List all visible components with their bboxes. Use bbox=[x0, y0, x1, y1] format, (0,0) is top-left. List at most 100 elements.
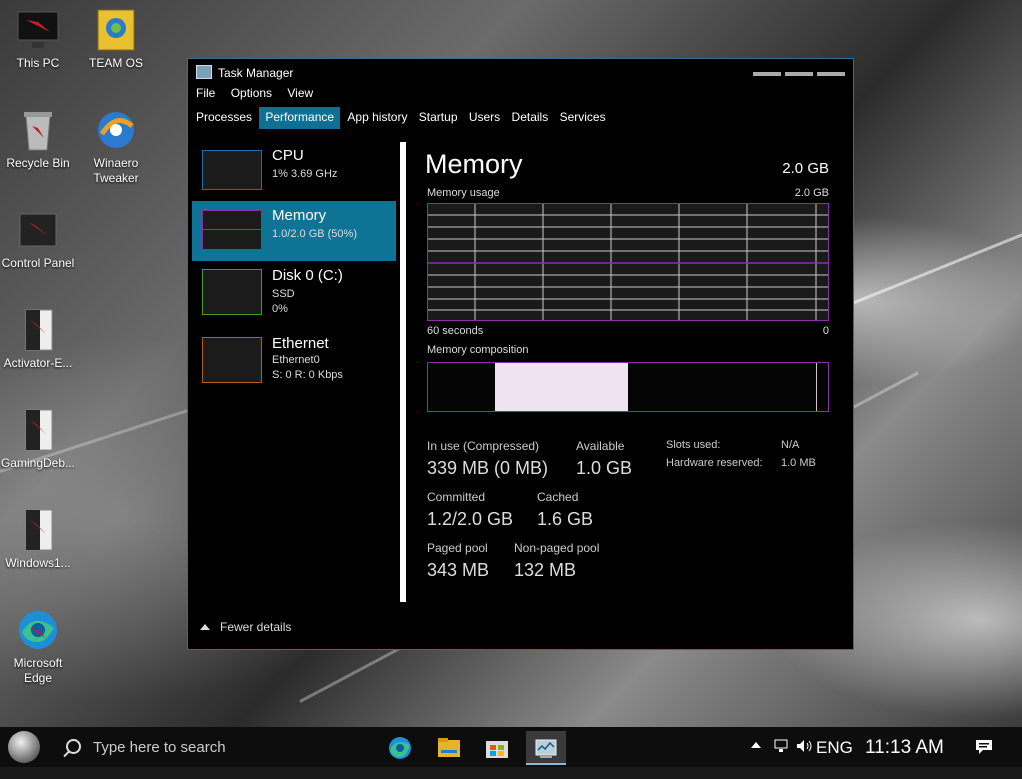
slots-used-label: Slots used: bbox=[666, 439, 721, 451]
volume-icon[interactable] bbox=[796, 739, 814, 779]
tab-details[interactable]: Details bbox=[512, 107, 553, 128]
task-manager-window: Task Manager File Options View Processes… bbox=[187, 58, 854, 650]
file-explorer-icon bbox=[438, 738, 460, 757]
notifications-icon[interactable] bbox=[975, 739, 993, 779]
sidebar-item-label: CPU bbox=[272, 147, 304, 164]
edge-icon bbox=[16, 608, 60, 652]
taskbar-app-task-manager[interactable] bbox=[526, 731, 566, 765]
composition-marker bbox=[816, 363, 817, 411]
document-icon bbox=[16, 308, 60, 352]
tab-app-history[interactable]: App history bbox=[347, 107, 411, 128]
menu-file[interactable]: File bbox=[196, 86, 215, 100]
page-title: Memory bbox=[425, 149, 523, 179]
sidebar-item-label: Disk 0 (C:) bbox=[272, 267, 343, 284]
tab-processes[interactable]: Processes bbox=[196, 107, 256, 128]
sidebar-item-disk[interactable]: Disk 0 (C:) SSD 0% bbox=[192, 261, 396, 327]
available-label: Available bbox=[576, 439, 625, 453]
menu-options[interactable]: Options bbox=[231, 86, 272, 100]
sidebar-item-memory[interactable]: Memory 1.0/2.0 GB (50%) bbox=[192, 201, 396, 261]
composition-in-use-segment bbox=[495, 363, 628, 411]
desktop-icon-microsoft-edge[interactable]: Microsoft Edge bbox=[0, 608, 76, 686]
memory-composition-bar bbox=[427, 362, 829, 412]
store-icon bbox=[486, 741, 508, 758]
chevron-up-icon bbox=[200, 624, 210, 630]
memory-usage-graph bbox=[427, 203, 829, 321]
minimize-button[interactable] bbox=[753, 72, 781, 76]
tab-performance[interactable]: Performance bbox=[259, 107, 341, 129]
network-icon[interactable] bbox=[773, 739, 789, 779]
desktop-icon-this-pc[interactable]: This PC bbox=[0, 8, 76, 71]
chevron-up-icon bbox=[751, 742, 761, 748]
committed-value: 1.2/2.0 GB bbox=[427, 509, 514, 529]
slots-used-value: N/A bbox=[781, 439, 800, 451]
panel-divider[interactable] bbox=[400, 142, 406, 602]
desktop-icon-windows1[interactable]: Windows1... bbox=[0, 508, 76, 571]
team-os-icon bbox=[94, 8, 138, 52]
sidebar-item-label: Memory bbox=[272, 207, 327, 224]
memory-usage-label: Memory usage bbox=[427, 187, 500, 199]
maximize-button[interactable] bbox=[785, 72, 813, 76]
show-hidden-icons[interactable] bbox=[750, 739, 762, 779]
desktop-icon-activator[interactable]: Activator-E... bbox=[0, 308, 76, 371]
in-use-value: 339 MB (0 MB) bbox=[427, 458, 549, 478]
winaero-tweaker-icon bbox=[94, 108, 138, 152]
fewer-details-label: Fewer details bbox=[220, 620, 292, 634]
taskbar-app-store[interactable] bbox=[477, 731, 517, 765]
desktop-icon-team-os[interactable]: TEAM OS bbox=[78, 8, 154, 71]
language-indicator[interactable]: ENG bbox=[816, 738, 853, 778]
clock[interactable]: 11:13 AM bbox=[865, 737, 944, 777]
in-use-label: In use (Compressed) bbox=[427, 439, 540, 453]
sidebar-item-cpu[interactable]: CPU 1% 3.69 GHz bbox=[192, 141, 396, 201]
cpu-thumbnail bbox=[202, 150, 262, 190]
tab-startup[interactable]: Startup bbox=[419, 107, 462, 128]
disk-thumbnail bbox=[202, 269, 262, 315]
desktop-icon-gamingdeb[interactable]: GamingDeb... bbox=[0, 408, 76, 471]
recycle-bin-icon bbox=[16, 108, 60, 152]
memory-thumbnail bbox=[202, 210, 262, 250]
document-icon bbox=[16, 408, 60, 452]
tab-services[interactable]: Services bbox=[560, 107, 610, 128]
fewer-details-button[interactable]: Fewer details bbox=[200, 620, 291, 634]
window-title-bar[interactable]: Task Manager bbox=[196, 65, 293, 80]
taskbar-search-box[interactable]: Type here to search bbox=[56, 727, 356, 767]
task-manager-icon bbox=[535, 739, 557, 758]
sidebar-item-detail: SSD bbox=[272, 288, 295, 300]
desktop-icon-recycle-bin[interactable]: Recycle Bin bbox=[0, 108, 76, 171]
task-manager-icon bbox=[196, 65, 212, 79]
taskbar-app-file-explorer[interactable] bbox=[429, 731, 469, 765]
search-placeholder: Type here to search bbox=[93, 739, 226, 756]
tab-bar: Processes Performance App history Startu… bbox=[196, 107, 614, 129]
start-button[interactable] bbox=[8, 731, 40, 763]
graph-time-right: 0 bbox=[822, 325, 829, 337]
sidebar-item-detail: 1% 3.69 GHz bbox=[272, 168, 338, 180]
sidebar-item-detail: 1.0/2.0 GB (50%) bbox=[272, 228, 357, 240]
desktop-icon-control-panel[interactable]: Control Panel bbox=[0, 208, 76, 271]
window-title: Task Manager bbox=[218, 66, 294, 80]
hardware-reserved-value: 1.0 MB bbox=[781, 457, 816, 469]
memory-usage-max: 2.0 GB bbox=[794, 187, 829, 199]
cached-label: Cached bbox=[537, 490, 579, 504]
non-paged-pool-value: 132 MB bbox=[514, 560, 577, 580]
sidebar-item-label: Ethernet bbox=[272, 335, 329, 352]
hardware-reserved-label: Hardware reserved: bbox=[666, 457, 763, 469]
sidebar-item-ethernet[interactable]: Ethernet Ethernet0 S: 0 R: 0 Kbps bbox=[192, 329, 396, 389]
taskbar-app-edge[interactable] bbox=[380, 731, 420, 765]
close-button[interactable] bbox=[817, 72, 845, 76]
memory-capacity: 2.0 GB bbox=[782, 160, 829, 177]
desktop-icon-winaero-tweaker[interactable]: Winaero Tweaker bbox=[78, 108, 154, 186]
control-panel-icon bbox=[16, 208, 60, 252]
document-icon bbox=[16, 508, 60, 552]
active-app-indicator bbox=[526, 763, 566, 765]
ethernet-thumbnail bbox=[202, 337, 262, 383]
non-paged-pool-label: Non-paged pool bbox=[514, 541, 600, 555]
search-icon bbox=[66, 739, 81, 754]
graph-time-left: 60 seconds bbox=[427, 325, 484, 337]
edge-icon bbox=[389, 737, 411, 759]
sidebar-item-detail: Ethernet0 bbox=[272, 354, 320, 366]
menu-bar: File Options View bbox=[196, 86, 325, 100]
computer-icon bbox=[16, 8, 60, 52]
menu-view[interactable]: View bbox=[287, 86, 313, 100]
paged-pool-value: 343 MB bbox=[427, 560, 490, 580]
tab-users[interactable]: Users bbox=[469, 107, 504, 128]
sidebar-item-detail: S: 0 R: 0 Kbps bbox=[272, 369, 343, 381]
